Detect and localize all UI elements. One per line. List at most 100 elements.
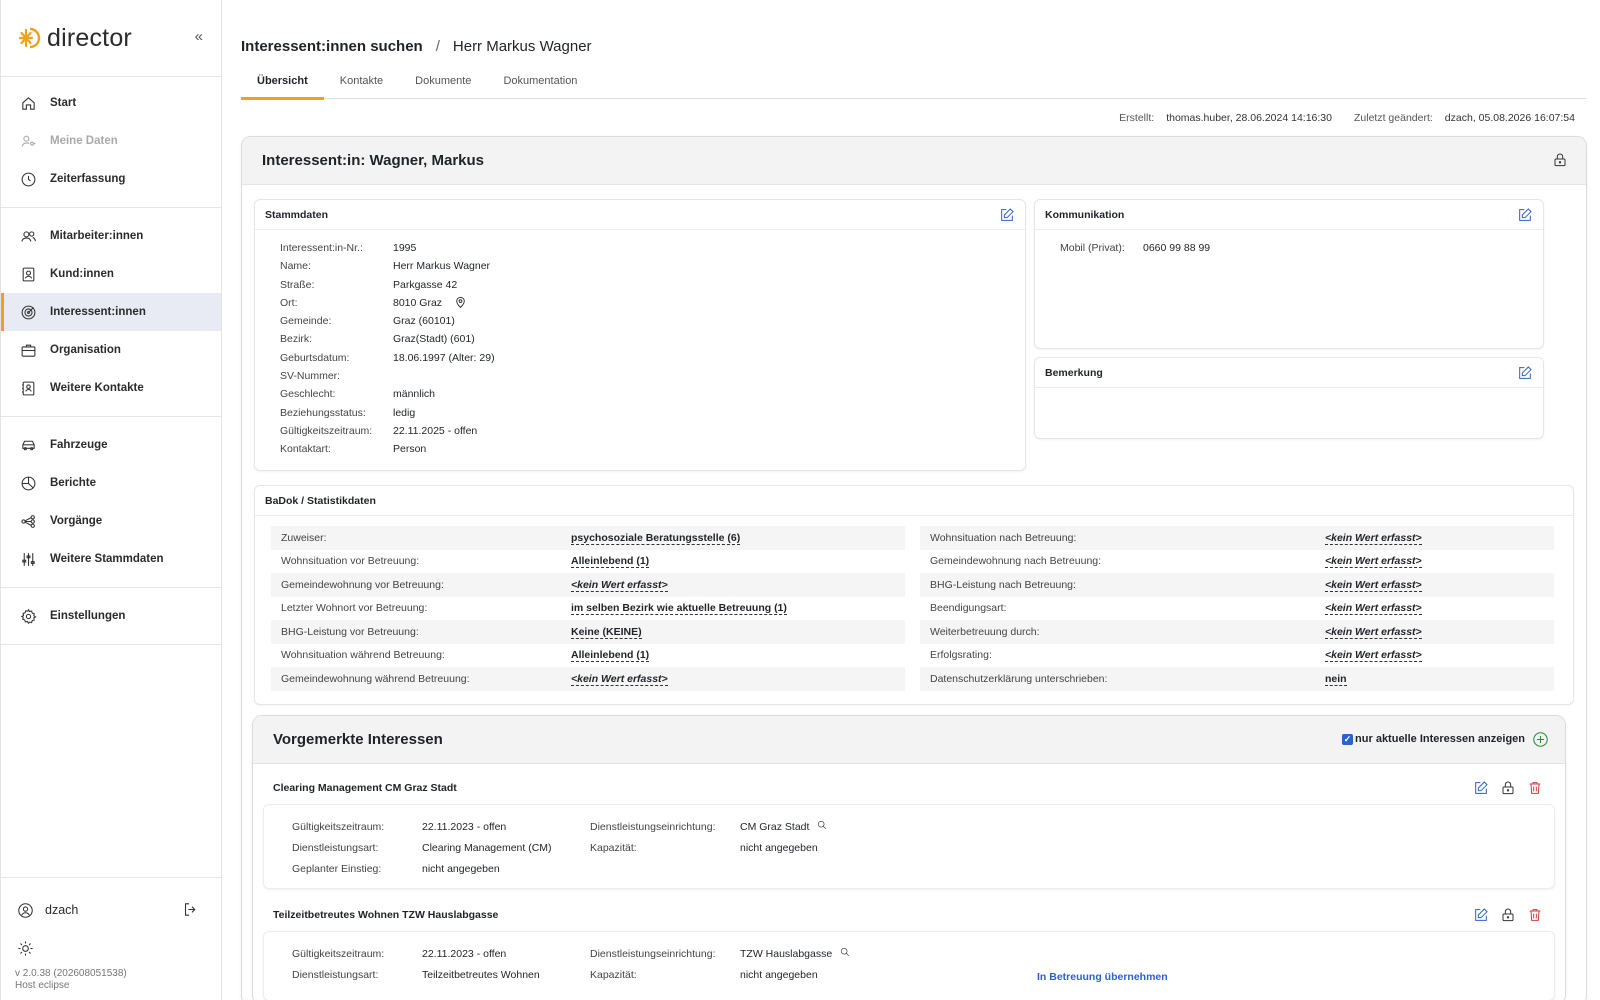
- interesse-field: Gültigkeitszeitraum: 22.11.2023 - offen: [292, 817, 590, 838]
- pie-chart-icon: [19, 474, 37, 492]
- stammdaten-row: Kontaktart: Person: [280, 440, 1025, 458]
- badok-value[interactable]: <kein Wert erfasst>: [1325, 531, 1422, 545]
- sidebar-item-weitere-kontakte[interactable]: Weitere Kontakte: [1, 369, 221, 407]
- badok-value-cell: <kein Wert erfasst>: [571, 672, 895, 686]
- collapse-sidebar-icon[interactable]: «: [195, 28, 203, 45]
- sidebar-item-label: Zeiterfassung: [50, 173, 126, 185]
- edit-icon: [1473, 781, 1489, 799]
- badok-value[interactable]: Alleinlebend (1): [571, 555, 650, 569]
- badok-row: Zuweiser: psychosoziale Beratungsstelle (…: [271, 526, 905, 550]
- badok-value[interactable]: <kein Wert erfasst>: [571, 672, 668, 686]
- sidebar-item-start[interactable]: Start: [1, 84, 221, 122]
- badok-value-cell: <kein Wert erfasst>: [1325, 555, 1544, 569]
- nav-group: Mitarbeiter:innen Kund:innen Interessent:i…: [1, 208, 221, 417]
- tab-dokumentation[interactable]: Dokumentation: [487, 72, 593, 99]
- badok-value[interactable]: nein: [1325, 672, 1347, 686]
- badok-value[interactable]: <kein Wert erfasst>: [1325, 602, 1422, 616]
- interesse-col-2: Dienstleistungseinrichtung: CM Graz Stadt…: [590, 817, 1010, 880]
- map-pin-icon[interactable]: [454, 294, 467, 312]
- clock-icon: [19, 170, 37, 188]
- field-label: Gültigkeitszeitraum:: [292, 821, 385, 833]
- user-row[interactable]: dzach: [1, 892, 221, 928]
- user-key-icon: [19, 132, 37, 150]
- badok-row: Wohnsituation während Betreuung: Alleinle…: [271, 644, 905, 668]
- badok-value[interactable]: im selben Bezirk wie aktuelle Betreuung …: [571, 602, 787, 616]
- edit-bemerkung-button[interactable]: [1517, 365, 1533, 384]
- badok-value[interactable]: <kein Wert erfasst>: [1325, 649, 1422, 663]
- badok-value[interactable]: psychosoziale Beratungsstelle (6): [571, 531, 741, 545]
- field-value: CM Graz Stadt: [740, 821, 810, 833]
- lock-interesse-button[interactable]: [1500, 780, 1516, 799]
- sidebar-item-organisation[interactable]: Organisation: [1, 331, 221, 369]
- users-icon: [19, 227, 37, 245]
- sidebar-item-label: Mitarbeiter:innen: [50, 230, 144, 242]
- stammdaten-row: Geschlecht: männlich: [280, 385, 1025, 403]
- badok-label: Weiterbetreuung durch:: [930, 625, 1040, 638]
- field-label: Geplanter Einstieg:: [292, 863, 382, 875]
- tab-übersicht[interactable]: Übersicht: [241, 72, 324, 100]
- lock-button[interactable]: [1552, 152, 1568, 172]
- badok-value[interactable]: Alleinlebend (1): [571, 649, 650, 663]
- record-meta: Erstellt: thomas.huber, 28.06.2024 14:16…: [241, 112, 1587, 128]
- sidebar-item-vorgänge[interactable]: Vorgänge: [1, 502, 221, 540]
- badok-value-cell: <kein Wert erfasst>: [1325, 602, 1544, 616]
- badok-value[interactable]: Keine (KEINE): [571, 625, 642, 639]
- sidebar-item-kund-innen[interactable]: Kund:innen: [1, 255, 221, 293]
- badok-value[interactable]: <kein Wert erfasst>: [571, 578, 668, 592]
- edit-kommunikation-button[interactable]: [1517, 207, 1533, 226]
- badok-label: Letzter Wohnort vor Betreuung:: [281, 602, 428, 615]
- badok-value[interactable]: <kein Wert erfasst>: [1325, 625, 1422, 639]
- delete-interesse-button[interactable]: [1527, 780, 1543, 799]
- take-over-link[interactable]: In Betreuung übernehmen: [1037, 971, 1168, 983]
- badok-value-cell: <kein Wert erfasst>: [571, 578, 895, 592]
- logout-button[interactable]: [182, 901, 199, 921]
- field-label: Gültigkeitszeitraum:: [292, 948, 385, 960]
- sidebar-item-zeiterfassung[interactable]: Zeiterfassung: [1, 160, 221, 198]
- stammdaten-row: Gültigkeitszeitraum: 22.11.2025 - offen: [280, 422, 1025, 440]
- lock-icon: [1554, 153, 1566, 167]
- breadcrumb-separator: /: [435, 38, 440, 55]
- sidebar-item-berichte[interactable]: Berichte: [1, 464, 221, 502]
- director-logo-icon: [18, 27, 41, 49]
- badok-value-cell: psychosoziale Beratungsstelle (6): [571, 531, 895, 545]
- lock-interesse-button[interactable]: [1500, 907, 1516, 926]
- delete-interesse-button[interactable]: [1527, 907, 1543, 926]
- sidebar-item-mitarbeiter-innen[interactable]: Mitarbeiter:innen: [1, 217, 221, 255]
- tab-kontakte[interactable]: Kontakte: [324, 72, 399, 99]
- kommunikation-label: Mobil (Privat):: [1060, 242, 1125, 254]
- breadcrumb-parent-link[interactable]: Interessent:innen suchen: [241, 38, 423, 55]
- tab-bar: Übersicht Kontakte Dokumente Dokumentation: [241, 72, 1587, 100]
- interessen-list: Clearing Management CM Graz Stadt Gültigk…: [253, 764, 1565, 1000]
- badok-row: Datenschutzerklärung unterschrieben: nein: [920, 667, 1554, 691]
- current-only-checkbox[interactable]: ✓ nur aktuelle Interessen anzeigen: [1342, 733, 1525, 745]
- stammdaten-row: SV-Nummer:: [280, 367, 1025, 385]
- field-label: Geschlecht:: [280, 388, 336, 401]
- nav-group: Start Meine Daten Zeiterfassung: [1, 77, 221, 208]
- search-icon[interactable]: [832, 944, 850, 965]
- badok-label: Beendigungsart:: [930, 602, 1007, 615]
- edit-stammdaten-button[interactable]: [999, 207, 1015, 226]
- sidebar-item-weitere-stammdaten[interactable]: Weitere Stammdaten: [1, 540, 221, 578]
- sidebar-item-fahrzeuge[interactable]: Fahrzeuge: [1, 426, 221, 464]
- host-text: Host eclipse: [15, 980, 70, 991]
- stammdaten-row: Interessent:in-Nr.: 1995: [280, 239, 1025, 257]
- search-icon[interactable]: [809, 817, 827, 838]
- theme-toggle[interactable]: [1, 928, 221, 968]
- field-value: Clearing Management (CM): [422, 842, 552, 854]
- badok-value[interactable]: <kein Wert erfasst>: [1325, 578, 1422, 592]
- edit-interesse-button[interactable]: [1473, 907, 1489, 926]
- interesse-body: Gültigkeitszeitraum: 22.11.2023 - offen Di…: [263, 931, 1555, 1000]
- badok-value-cell: nein: [1325, 672, 1544, 686]
- badok-label: Erfolgsrating:: [930, 649, 992, 662]
- sidebar-item-einstellungen[interactable]: Einstellungen: [1, 597, 221, 635]
- user-circle-icon: [18, 902, 33, 918]
- sidebar-item-interessent-innen[interactable]: Interessent:innen: [1, 293, 221, 331]
- edit-interesse-button[interactable]: [1473, 780, 1489, 799]
- field-label: Name:: [280, 260, 311, 273]
- badok-value[interactable]: <kein Wert erfasst>: [1325, 555, 1422, 569]
- badok-value-cell: Keine (KEINE): [571, 625, 895, 639]
- add-interesse-button[interactable]: [1532, 731, 1549, 752]
- tab-dokumente[interactable]: Dokumente: [399, 72, 487, 99]
- field-label: Interessent:in-Nr.:: [280, 242, 363, 254]
- badok-panel: BaDok / Statistikdaten Zuweiser: psychoso…: [254, 485, 1574, 705]
